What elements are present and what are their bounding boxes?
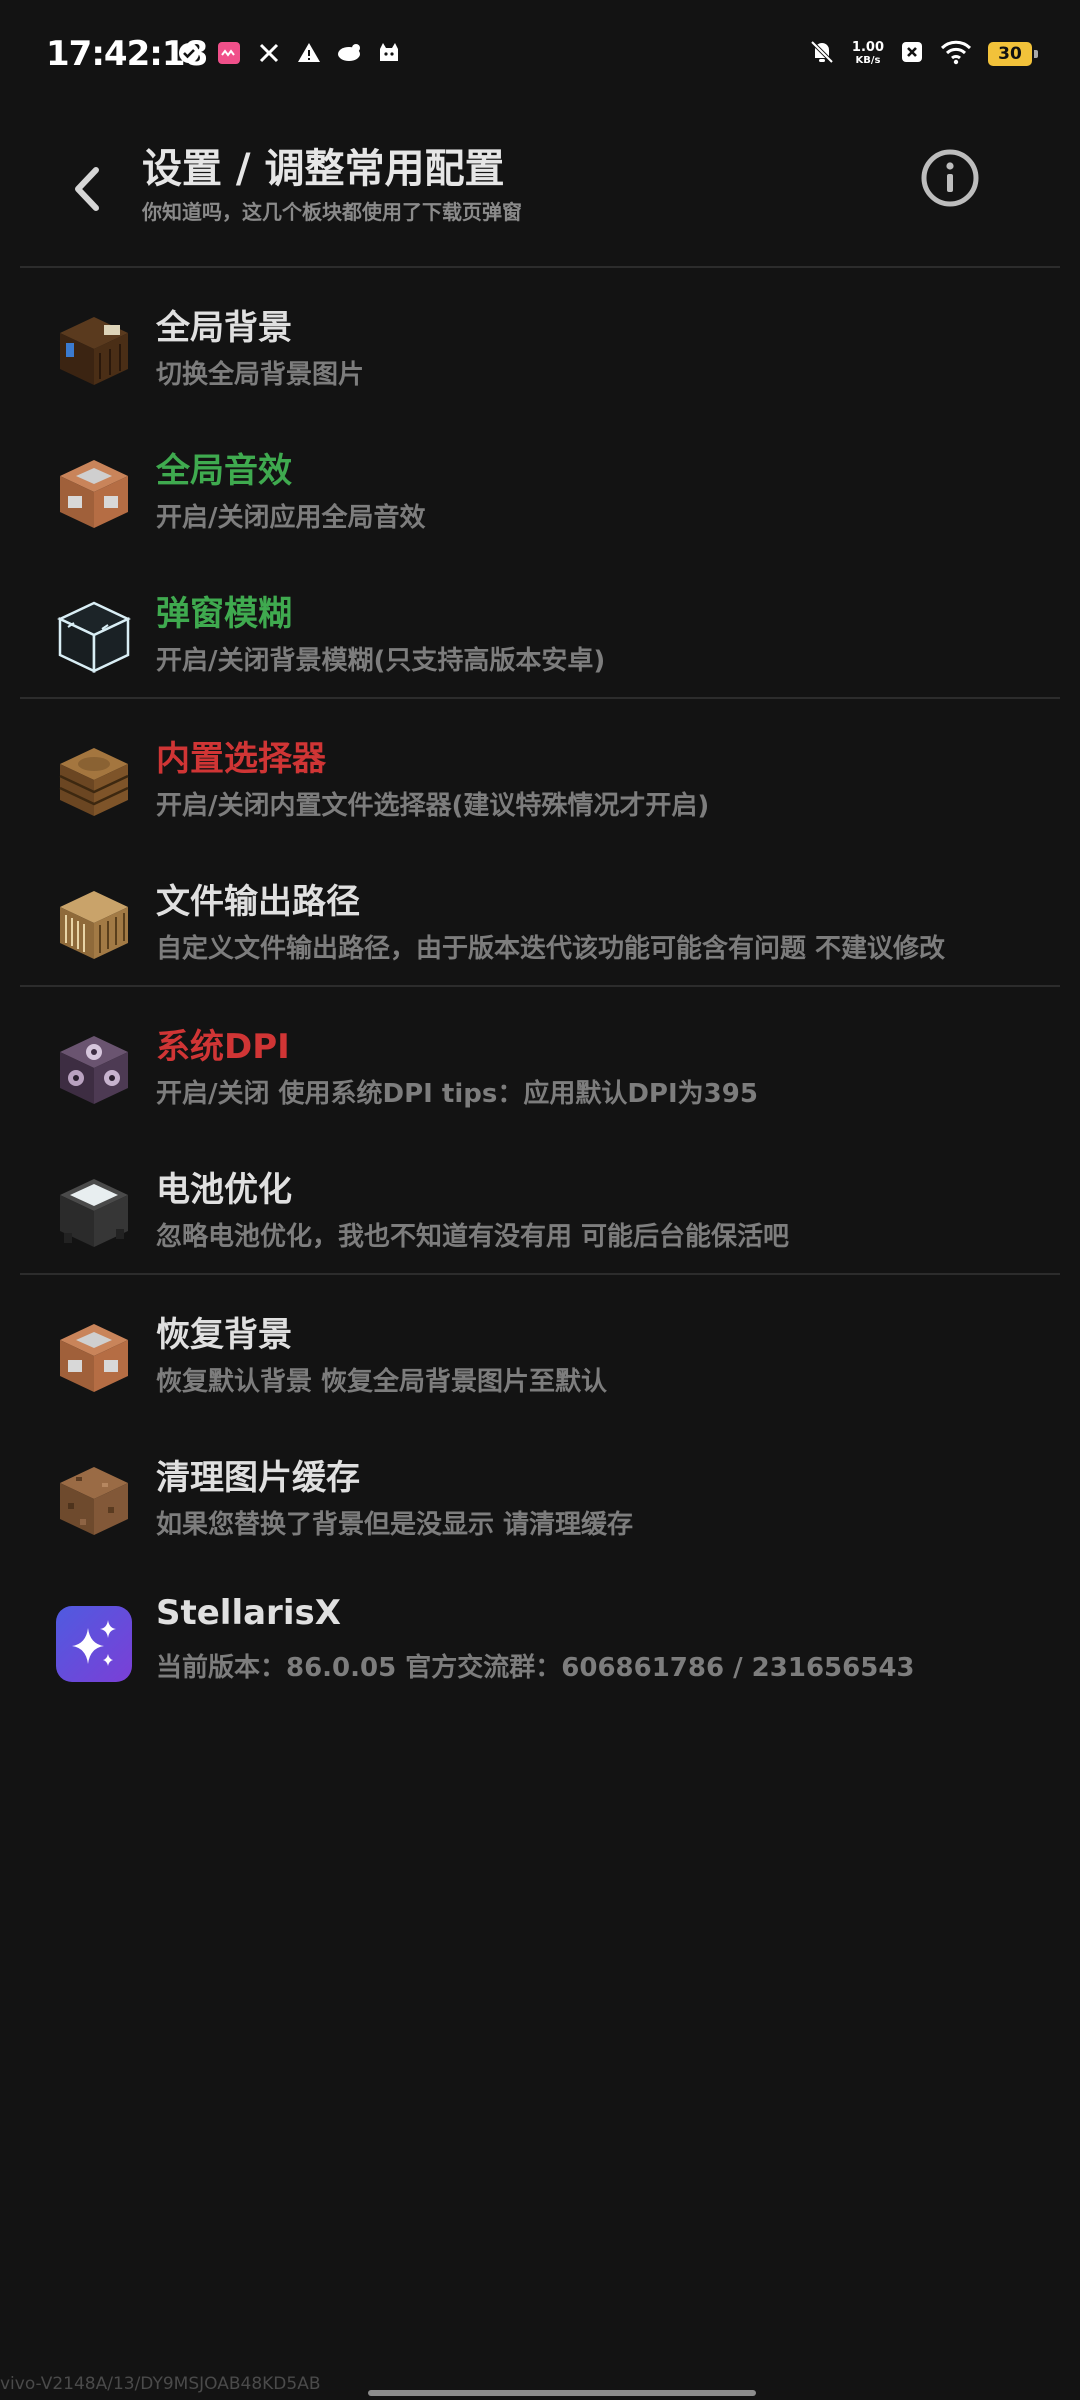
page-title: 设置 / 调整常用配置 [142, 146, 505, 192]
item-desc: 如果您替换了背景但是没显示 请清理缓存 [156, 1510, 634, 1540]
item-desc: 自定义文件输出路径，由于版本迭代该功能可能含有问题 不建议修改 [156, 934, 946, 964]
dirt-block-icon [60, 1467, 128, 1535]
status-bar: 17:42:18 1.00 KB/s 30 [0, 0, 1080, 116]
header: 设置 / 调整常用配置 你知道吗，这几个板块都使用了下载页弹窗 [0, 116, 1080, 266]
notification-icons [176, 40, 402, 66]
bell-off-icon [808, 38, 836, 70]
close-box-icon [900, 40, 924, 68]
item-title: 弹窗模糊 [156, 594, 292, 634]
network-speed: 1.00 KB/s [852, 41, 884, 67]
loom-block-icon [60, 891, 128, 959]
bookshelf-block-icon [60, 317, 128, 385]
setting-clear-image-cache[interactable]: 清理图片缓存 如果您替换了背景但是没显示 请清理缓存 [0, 1438, 1080, 1568]
wifi-icon [940, 39, 972, 69]
app-icon [216, 40, 242, 66]
command-block-icon [60, 460, 128, 528]
item-title: 电池优化 [156, 1170, 292, 1210]
cauldron-block-icon [60, 1179, 128, 1247]
setting-battery-optimization[interactable]: 电池优化 忽略电池优化，我也不知道有没有用 可能后台能保活吧 [0, 1150, 1080, 1280]
battery-level: 30 [998, 44, 1022, 64]
divider [20, 697, 1060, 699]
item-title: 全局背景 [156, 308, 292, 348]
setting-dialog-blur[interactable]: 弹窗模糊 开启/关闭背景模糊(只支持高版本安卓) [0, 574, 1080, 704]
chevron-left-icon [75, 167, 99, 211]
item-title: 恢复背景 [156, 1315, 292, 1355]
check-circle-icon [176, 40, 202, 66]
warning-icon [296, 40, 322, 66]
info-button[interactable] [920, 148, 980, 208]
command-block-icon [60, 1324, 128, 1392]
dog-icon [336, 40, 362, 66]
item-desc: 开启/关闭应用全局音效 [156, 503, 426, 533]
item-desc: 开启/关闭内置文件选择器(建议特殊情况才开启) [156, 791, 710, 821]
item-desc: 忽略电池优化，我也不知道有没有用 可能后台能保活吧 [156, 1222, 790, 1252]
setting-global-background[interactable]: 全局背景 切换全局背景图片 [0, 288, 1080, 418]
divider [20, 985, 1060, 987]
item-title: 系统DPI [156, 1027, 290, 1067]
info-icon [921, 149, 979, 207]
barrel-block-icon [59, 748, 129, 816]
item-desc: 当前版本：86.0.05 官方交流群：606861786 / 231656543 [156, 1653, 915, 1683]
item-desc: 切换全局背景图片 [156, 360, 365, 390]
back-button[interactable] [60, 154, 114, 224]
item-title: 文件输出路径 [156, 882, 360, 922]
tools-icon [256, 40, 282, 66]
sparkle-app-icon [56, 1606, 132, 1682]
battery-icon: 30 [988, 42, 1038, 66]
divider [20, 266, 1060, 268]
setting-system-dpi[interactable]: 系统DPI 开启/关闭 使用系统DPI tips：应用默认DPI为395 [0, 1007, 1080, 1137]
cat-icon [376, 40, 402, 66]
page-subtitle: 你知道吗，这几个板块都使用了下载页弹窗 [142, 200, 522, 224]
item-desc: 开启/关闭 使用系统DPI tips：应用默认DPI为395 [156, 1079, 758, 1109]
setting-restore-background[interactable]: 恢复背景 恢复默认背景 恢复全局背景图片至默认 [0, 1295, 1080, 1425]
item-title: StellarisX [156, 1593, 341, 1633]
item-desc: 开启/关闭背景模糊(只支持高版本安卓) [156, 646, 606, 676]
item-title: 内置选择器 [156, 739, 326, 779]
home-indicator[interactable] [368, 2390, 756, 2396]
system-icons: 1.00 KB/s 30 [808, 38, 1038, 70]
net-speed-unit: KB/s [855, 55, 881, 66]
chorus-block-icon [60, 1036, 128, 1104]
divider [20, 1273, 1060, 1275]
setting-global-sound[interactable]: 全局音效 开启/关闭应用全局音效 [0, 431, 1080, 561]
glass-block-icon [57, 601, 131, 673]
item-title: 全局音效 [156, 451, 292, 491]
setting-builtin-picker[interactable]: 内置选择器 开启/关闭内置文件选择器(建议特殊情况才开启) [0, 719, 1080, 849]
item-title: 清理图片缓存 [156, 1458, 360, 1498]
device-label: vivo-V2148A/13/DY9MSJOAB48KD5AB [0, 2374, 321, 2394]
about-stellarisx[interactable]: StellarisX 当前版本：86.0.05 官方交流群：606861786 … [0, 1581, 1080, 1711]
item-desc: 恢复默认背景 恢复全局背景图片至默认 [156, 1367, 608, 1397]
setting-output-path[interactable]: 文件输出路径 自定义文件输出路径，由于版本迭代该功能可能含有问题 不建议修改 [0, 862, 1080, 992]
net-speed-value: 1.00 [851, 40, 884, 55]
